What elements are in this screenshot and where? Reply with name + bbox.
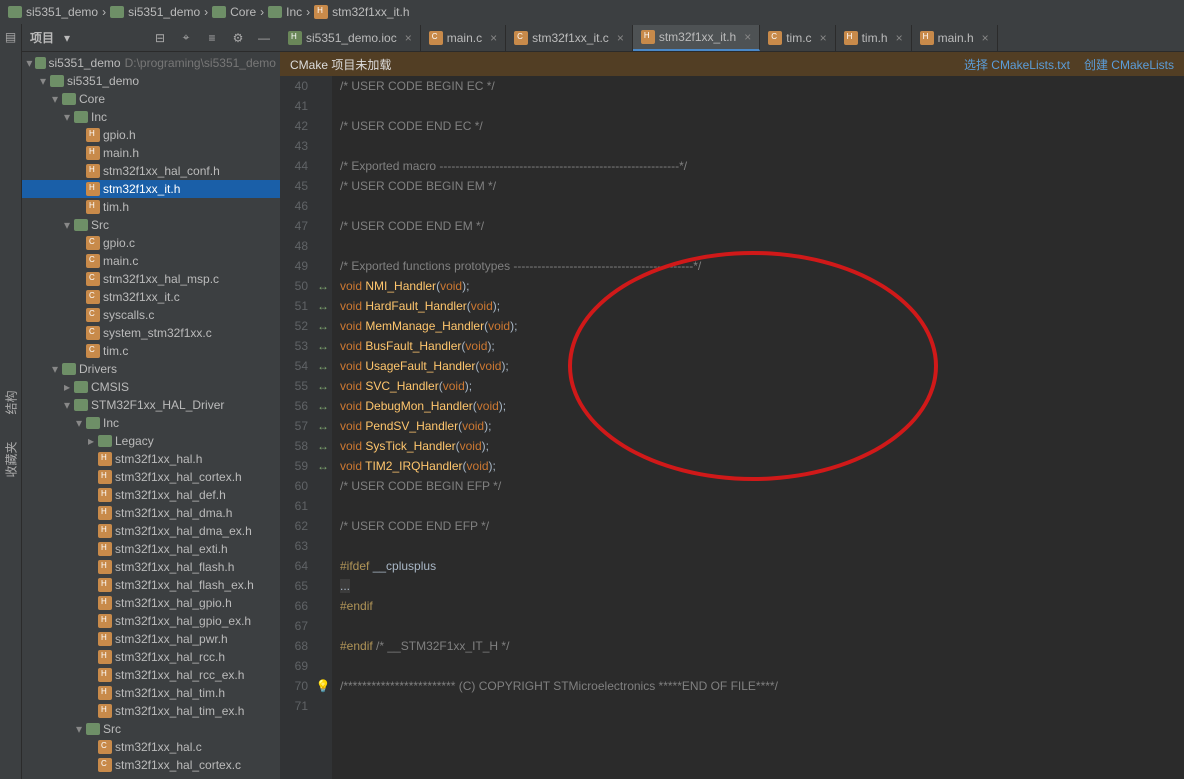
tree-node[interactable]: stm32f1xx_hal_gpio_ex.h — [22, 612, 280, 630]
tree-node[interactable]: tim.c — [22, 342, 280, 360]
collapse-icon[interactable]: ⊟ — [152, 30, 168, 46]
editor-tab[interactable]: stm32f1xx_it.c× — [506, 25, 633, 51]
tree-node[interactable]: stm32f1xx_hal_rcc.h — [22, 648, 280, 666]
tree-node[interactable]: ▾Drivers — [22, 360, 280, 378]
tree-node[interactable]: ▾Inc — [22, 108, 280, 126]
editor-tab[interactable]: tim.h× — [836, 25, 912, 51]
close-icon[interactable]: × — [617, 31, 624, 45]
gear-icon[interactable]: ⚙ — [230, 30, 246, 46]
close-icon[interactable]: × — [405, 31, 412, 45]
left-tool-stripe: ▤ 结构 收藏夹 — [0, 24, 22, 779]
locate-icon[interactable]: ⌖ — [178, 30, 194, 46]
tree-node[interactable]: stm32f1xx_hal_rcc_ex.h — [22, 666, 280, 684]
editor-tab[interactable]: main.c× — [421, 25, 506, 51]
tree-node[interactable]: stm32f1xx_hal_tim_ex.h — [22, 702, 280, 720]
tree-node[interactable]: stm32f1xx_hal.c — [22, 738, 280, 756]
tree-node[interactable]: gpio.c — [22, 234, 280, 252]
tree-node[interactable]: stm32f1xx_hal_def.h — [22, 486, 280, 504]
tree-node[interactable]: stm32f1xx_hal.h — [22, 450, 280, 468]
close-icon[interactable]: × — [896, 31, 903, 45]
tree-node[interactable]: main.c — [22, 252, 280, 270]
tree-node[interactable]: stm32f1xx_hal_pwr.h — [22, 630, 280, 648]
sidebar-title: 项目 — [30, 29, 54, 46]
crumb-0[interactable]: si5351_demo — [8, 5, 98, 19]
tree-node[interactable]: stm32f1xx_hal_dma.h — [22, 504, 280, 522]
tree-node[interactable]: ▾Core — [22, 90, 280, 108]
editor-area: si5351_demo.ioc×main.c×stm32f1xx_it.c×st… — [280, 24, 1184, 779]
create-cmakelists-link[interactable]: 创建 CMakeLists — [1084, 56, 1174, 73]
source-code[interactable]: /* USER CODE BEGIN EC */ /* USER CODE EN… — [332, 76, 1184, 779]
tree-node[interactable]: stm32f1xx_hal_msp.c — [22, 270, 280, 288]
tree-node[interactable]: ▸Legacy — [22, 432, 280, 450]
editor-tab[interactable]: stm32f1xx_it.h× — [633, 25, 760, 51]
chevron-down-icon[interactable]: ▾ — [64, 31, 70, 45]
line-numbers: 4041424344454647484950515253545556575859… — [280, 76, 314, 779]
crumb-2[interactable]: Core — [212, 5, 256, 19]
tree-node[interactable]: stm32f1xx_hal_flash_ex.h — [22, 576, 280, 594]
tree-node[interactable]: tim.h — [22, 198, 280, 216]
tree-node[interactable]: stm32f1xx_hal_gpio.h — [22, 594, 280, 612]
tree-node[interactable]: stm32f1xx_hal_cortex.h — [22, 468, 280, 486]
breadcrumb: si5351_demo›si5351_demo›Core›Inc›stm32f1… — [0, 0, 1184, 24]
tree-node[interactable]: stm32f1xx_it.h — [22, 180, 280, 198]
project-tool-icon[interactable]: ▤ — [5, 30, 16, 44]
tree-node[interactable]: stm32f1xx_hal_exti.h — [22, 540, 280, 558]
close-icon[interactable]: × — [820, 31, 827, 45]
tree-node[interactable]: stm32f1xx_hal_dma_ex.h — [22, 522, 280, 540]
tree-node[interactable]: stm32f1xx_it.c — [22, 288, 280, 306]
tree-node[interactable]: stm32f1xx_hal_cortex.c — [22, 756, 280, 774]
tree-node[interactable]: ▾Src — [22, 216, 280, 234]
tree-node[interactable]: stm32f1xx_hal_conf.h — [22, 162, 280, 180]
close-icon[interactable]: × — [490, 31, 497, 45]
hide-icon[interactable]: — — [256, 30, 272, 46]
sidebar-header: 项目 ▾ ⊟ ⌖ ≡ ⚙ — — [22, 24, 280, 52]
tree-node[interactable]: ▾si5351_demoD:\programing\si5351_demo — [22, 54, 280, 72]
editor-tab[interactable]: tim.c× — [760, 25, 835, 51]
tree-node[interactable]: ▸CMSIS — [22, 378, 280, 396]
editor-tab[interactable]: si5351_demo.ioc× — [280, 25, 421, 51]
banner-message: CMake 项目未加载 — [290, 56, 391, 73]
tree-node[interactable]: system_stm32f1xx.c — [22, 324, 280, 342]
tree-node[interactable]: gpio.h — [22, 126, 280, 144]
favorites-tool[interactable]: 收藏夹 — [4, 441, 18, 477]
tree-node[interactable]: ▾si5351_demo — [22, 72, 280, 90]
tree-node[interactable]: ▾Src — [22, 720, 280, 738]
crumb-3[interactable]: Inc — [268, 5, 302, 19]
close-icon[interactable]: × — [744, 30, 751, 44]
code-view[interactable]: 4041424344454647484950515253545556575859… — [280, 76, 1184, 779]
structure-tool[interactable]: 结构 — [4, 390, 18, 414]
close-icon[interactable]: × — [982, 31, 989, 45]
gutter-icons: ↔↔↔↔↔↔↔↔↔↔ 💡 — [314, 76, 332, 779]
tree-node[interactable]: stm32f1xx_hal_tim.h — [22, 684, 280, 702]
tree-node[interactable]: ▾STM32F1xx_HAL_Driver — [22, 396, 280, 414]
editor-tab[interactable]: main.h× — [912, 25, 998, 51]
tree-node[interactable]: ▾Inc — [22, 414, 280, 432]
crumb-1[interactable]: si5351_demo — [110, 5, 200, 19]
project-tree[interactable]: ▾si5351_demoD:\programing\si5351_demo▾si… — [22, 52, 280, 779]
tree-node[interactable]: stm32f1xx_hal_flash.h — [22, 558, 280, 576]
editor-tabs: si5351_demo.ioc×main.c×stm32f1xx_it.c×st… — [280, 24, 1184, 52]
select-cmakelists-link[interactable]: 选择 CMakeLists.txt — [964, 56, 1070, 73]
tree-node[interactable]: syscalls.c — [22, 306, 280, 324]
expand-icon[interactable]: ≡ — [204, 30, 220, 46]
crumb-4[interactable]: stm32f1xx_it.h — [314, 5, 409, 19]
cmake-banner: CMake 项目未加载 选择 CMakeLists.txt 创建 CMakeLi… — [280, 52, 1184, 76]
tree-node[interactable]: main.h — [22, 144, 280, 162]
project-sidebar: 项目 ▾ ⊟ ⌖ ≡ ⚙ — ▾si5351_demoD:\programing… — [22, 24, 280, 779]
